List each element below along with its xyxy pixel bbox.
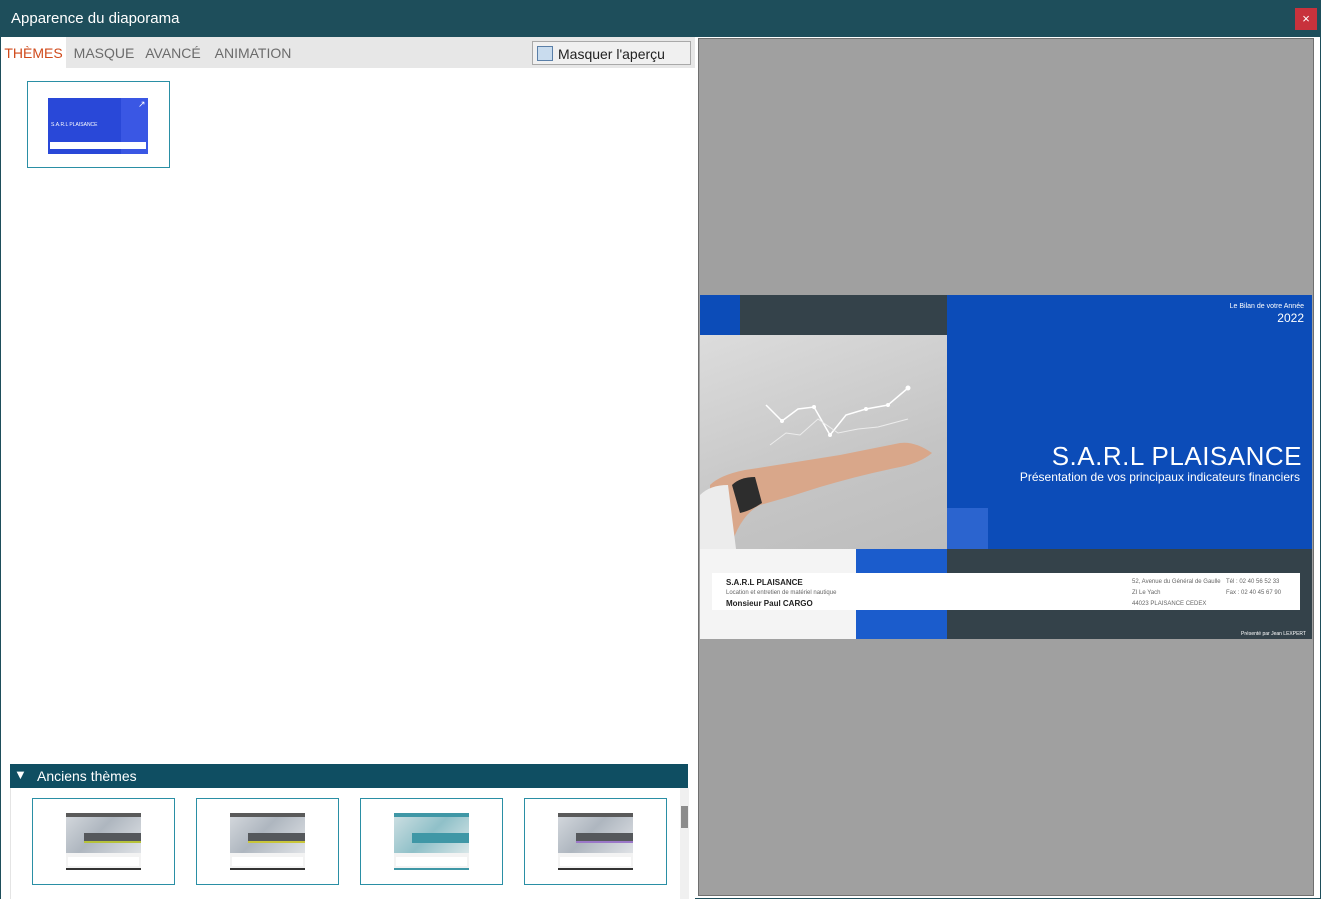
old-theme-stripe [84, 841, 141, 843]
old-theme-bottom [560, 857, 631, 866]
window-title: Apparence du diaporama [11, 10, 180, 27]
slide-preview: Le Bilan de votre Année 2022 S.A.R.L PLA… [700, 295, 1312, 639]
arrow-icon: ↗ [138, 99, 146, 109]
scrollbar-thumb[interactable] [681, 806, 688, 828]
slide-accent-square [947, 508, 988, 549]
tab-masque[interactable]: MASQUE [69, 37, 139, 68]
collapse-triangle-icon: ▼ [14, 767, 27, 782]
old-theme-stripe [412, 841, 469, 843]
window-titlebar: Apparence du diaporama × [0, 0, 1321, 37]
preview-pane: Le Bilan de votre Année 2022 S.A.R.L PLA… [698, 38, 1314, 896]
old-theme-topbar [394, 813, 469, 817]
tab-avance[interactable]: AVANCÉ [141, 37, 205, 68]
old-themes-header[interactable]: ▼ Anciens thèmes [10, 764, 688, 788]
old-theme-stripe [576, 841, 633, 843]
old-theme-line [558, 868, 633, 870]
old-theme-line [66, 868, 141, 870]
old-theme-topbar [230, 813, 305, 817]
tab-bar: THÈMES MASQUE AVANCÉ ANIMATION Masquer l… [1, 37, 695, 68]
settings-pane: THÈMES MASQUE AVANCÉ ANIMATION Masquer l… [1, 37, 695, 899]
theme-thumbnail-current[interactable]: ↗ S.A.R.L PLAISANCE [27, 81, 170, 168]
hide-preview-label: Masquer l'aperçu [558, 46, 665, 62]
slide-year: 2022 [1277, 311, 1304, 325]
slide-company-activity: Location et entretien de matériel nautiq… [726, 590, 837, 596]
checkbox-box[interactable] [537, 46, 553, 61]
old-theme-preview [66, 813, 141, 870]
slide-presented-by: Présenté par Jean LEXPERT [1241, 631, 1306, 637]
slide-address-line-1: 52, Avenue du Général de Gaulle [1132, 579, 1221, 585]
hand-chart-illustration [700, 385, 932, 549]
slide-phone: Tél : 02 40 56 52 33 [1226, 579, 1280, 585]
old-theme-line [230, 868, 305, 870]
old-themes-scrollbar[interactable] [680, 788, 689, 899]
old-theme-stripe [248, 841, 305, 843]
old-theme-preview [394, 813, 469, 870]
slide-dark-top-block [740, 295, 947, 335]
old-theme-thumbnail-2[interactable] [196, 798, 339, 885]
slide-contact-name: Monsieur Paul CARGO [726, 599, 813, 608]
old-themes-label: Anciens thèmes [37, 768, 137, 784]
old-theme-line [394, 868, 469, 870]
old-theme-thumbnail-1[interactable] [32, 798, 175, 885]
old-theme-preview [558, 813, 633, 870]
slide-top-subtitle: Le Bilan de votre Année [1229, 303, 1304, 310]
tab-animation[interactable]: ANIMATION [209, 37, 297, 68]
old-theme-preview [230, 813, 305, 870]
slide-address-line-3: 44023 PLAISANCE CEDEX [1132, 601, 1207, 607]
slide-info-panel: S.A.R.L PLAISANCE Location et entretien … [712, 573, 1300, 610]
slide-address-line-2: ZI Le Yach [1132, 590, 1161, 596]
slide-company-name: S.A.R.L PLAISANCE [726, 578, 803, 587]
old-theme-thumbnail-3[interactable] [360, 798, 503, 885]
tab-themes[interactable]: THÈMES [1, 37, 66, 68]
old-theme-bottom [68, 857, 139, 866]
slide-title: S.A.R.L PLAISANCE [1051, 441, 1302, 471]
thumbnail-info-bar [50, 142, 146, 149]
old-theme-topbar [66, 813, 141, 817]
hide-preview-checkbox[interactable]: Masquer l'aperçu [532, 41, 691, 65]
theme-thumbnail-preview: ↗ S.A.R.L PLAISANCE [48, 98, 148, 154]
old-themes-list [10, 788, 689, 899]
old-theme-topbar [558, 813, 633, 817]
old-theme-bottom [232, 857, 303, 866]
close-button[interactable]: × [1295, 8, 1317, 30]
slide-fax: Fax : 02 40 45 67 90 [1226, 590, 1282, 596]
slide-subtitle: Présentation de vos principaux indicateu… [1019, 470, 1300, 484]
old-theme-bottom [396, 857, 467, 866]
thumbnail-title: S.A.R.L PLAISANCE [51, 122, 98, 128]
old-theme-thumbnail-4[interactable] [524, 798, 667, 885]
slide-blue-corner [700, 295, 740, 335]
